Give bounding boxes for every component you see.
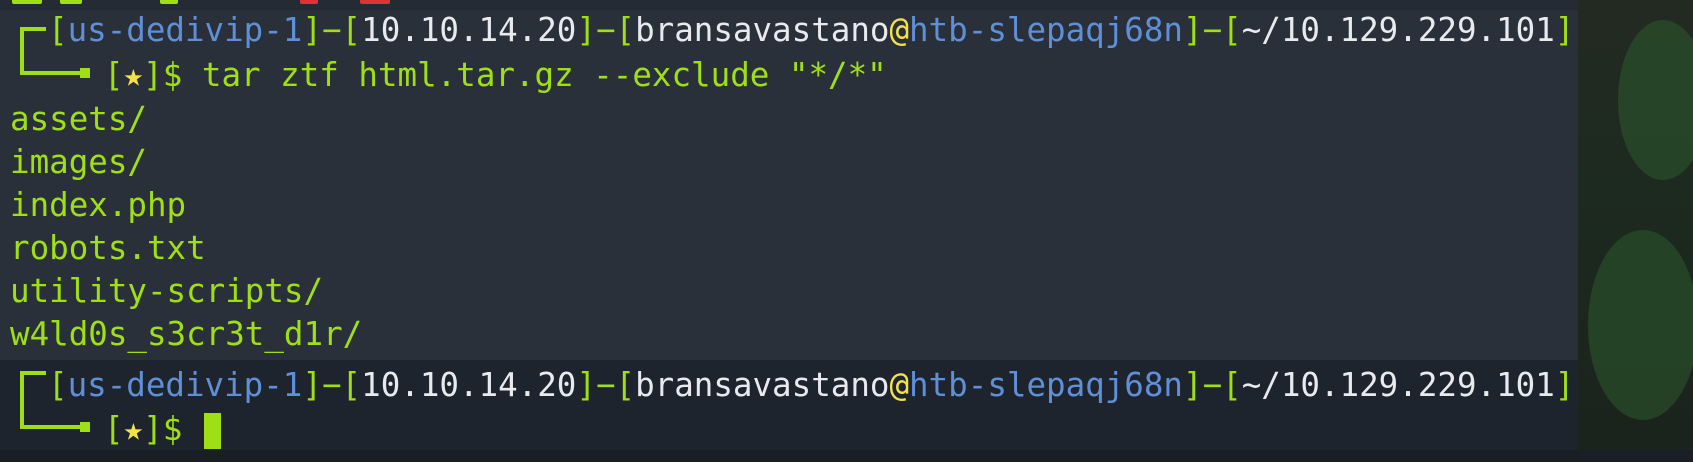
- bracket: ]: [1554, 11, 1575, 49]
- username: bransavastano: [635, 366, 890, 404]
- star-icon: ★: [123, 56, 144, 94]
- bracket: ]: [302, 11, 322, 49]
- separator: −: [1202, 11, 1223, 49]
- prompt-corner-bottom: [20, 425, 82, 429]
- prompt-line-1: [us-dedivip-1]−[10.10.14.20]−[bransavast…: [48, 365, 1574, 405]
- bracket: [: [341, 366, 362, 404]
- output-line: images/: [10, 143, 147, 181]
- at-sign: @: [889, 11, 910, 49]
- ip-address: 10.10.14.20: [361, 11, 577, 49]
- previous-output-strip: [0, 0, 1578, 10]
- bracket: ]: [143, 56, 163, 94]
- separator: −: [595, 366, 616, 404]
- hostname: htb-slepaqj68n: [909, 366, 1183, 404]
- prompt-line-2[interactable]: [★]$: [104, 409, 221, 449]
- bracket: [: [1222, 11, 1242, 49]
- prompt-arrow-head: [80, 422, 90, 432]
- current-path: ~/10.129.229.101: [1241, 11, 1555, 49]
- prompt-line-2: [★]$ tar ztf html.tar.gz --exclude "*/*": [104, 55, 887, 95]
- prompt-corner-vertical: [20, 371, 24, 428]
- bracket: [: [615, 11, 636, 49]
- bracket: ]: [302, 366, 322, 404]
- output-line: assets/: [10, 100, 147, 138]
- bottom-strip: [0, 450, 1693, 462]
- current-path: ~/10.129.229.101: [1241, 366, 1555, 404]
- command-text: tar ztf html.tar.gz --exclude "*/*": [201, 56, 887, 94]
- dollar-sign: $: [162, 410, 183, 448]
- bracket: [: [1222, 366, 1242, 404]
- output-line: robots.txt: [10, 229, 206, 267]
- bracket: [: [48, 11, 68, 49]
- text-cursor: [203, 413, 221, 449]
- output-line: utility-scripts/: [10, 272, 324, 310]
- bracket: ]: [1182, 11, 1203, 49]
- bracket: [: [104, 410, 124, 448]
- ip-address: 10.10.14.20: [361, 366, 577, 404]
- bracket: ]: [576, 366, 596, 404]
- hostname: htb-slepaqj68n: [909, 11, 1183, 49]
- wallpaper-leaf: [1588, 230, 1693, 420]
- vpn-name: us-dedivip-1: [67, 366, 303, 404]
- dollar-sign: $: [162, 56, 183, 94]
- bracket: ]: [1554, 366, 1575, 404]
- output-line: index.php: [10, 186, 187, 224]
- bracket: [: [341, 11, 362, 49]
- bracket: ]: [1182, 366, 1203, 404]
- screen: [us-dedivip-1]−[10.10.14.20]−[bransavast…: [0, 0, 1693, 462]
- separator: −: [595, 11, 616, 49]
- bracket: [: [104, 56, 124, 94]
- separator: −: [321, 366, 342, 404]
- username: bransavastano: [635, 11, 890, 49]
- bracket: [: [615, 366, 636, 404]
- prompt-corner-bottom: [20, 71, 82, 75]
- prompt-line-1: [us-dedivip-1]−[10.10.14.20]−[bransavast…: [48, 10, 1574, 50]
- vpn-name: us-dedivip-1: [67, 11, 303, 49]
- separator: −: [1202, 366, 1223, 404]
- bracket: ]: [576, 11, 596, 49]
- star-icon: ★: [123, 410, 144, 448]
- bracket: ]: [143, 410, 163, 448]
- at-sign: @: [889, 366, 910, 404]
- separator: −: [321, 11, 342, 49]
- desktop-wallpaper: [1578, 0, 1693, 462]
- output-line: w4ld0s_s3cr3t_d1r/: [10, 315, 363, 353]
- bracket: [: [48, 366, 68, 404]
- wallpaper-leaf: [1618, 20, 1693, 180]
- prompt-arrow-head: [80, 68, 90, 78]
- prompt-corner-vertical: [20, 27, 24, 74]
